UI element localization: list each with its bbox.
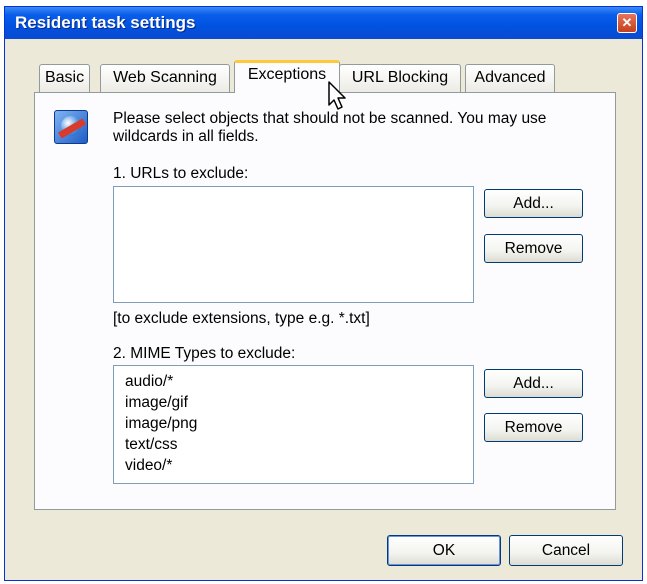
list-item[interactable]: video/* xyxy=(114,455,473,476)
mouse-pointer-icon xyxy=(328,81,346,110)
tab-label: Exceptions xyxy=(247,66,327,83)
mime-add-button[interactable]: Add... xyxy=(484,369,583,398)
urls-add-button[interactable]: Add... xyxy=(484,189,583,218)
mime-label: 2. MIME Types to exclude: xyxy=(113,345,296,362)
tab-label: Advanced xyxy=(474,69,546,86)
urls-label: 1. URLs to exclude: xyxy=(113,165,249,182)
tab-basic[interactable]: Basic xyxy=(39,64,90,92)
description-line-1: Please select objects that should not be… xyxy=(113,110,547,127)
title-bar[interactable]: Resident task settings ✕ xyxy=(5,7,642,39)
cancel-button[interactable]: Cancel xyxy=(509,535,623,566)
list-item[interactable]: audio/* xyxy=(114,371,473,392)
globe-shield-icon xyxy=(54,110,88,144)
urls-remove-button[interactable]: Remove xyxy=(484,234,583,263)
tab-exceptions[interactable]: Exceptions xyxy=(234,60,340,93)
tab-web-scanning[interactable]: Web Scanning xyxy=(100,64,230,92)
urls-listbox[interactable] xyxy=(113,186,474,303)
list-item[interactable]: text/css xyxy=(114,434,473,455)
tab-url-blocking[interactable]: URL Blocking xyxy=(339,64,461,92)
tab-label: Web Scanning xyxy=(113,69,217,86)
list-item[interactable]: image/png xyxy=(114,413,473,434)
exceptions-panel: Please select objects that should not be… xyxy=(34,92,616,510)
description-line-2: wildcards in all fields. xyxy=(113,128,259,145)
ok-button[interactable]: OK xyxy=(387,535,501,566)
list-item[interactable]: image/gif xyxy=(114,392,473,413)
tab-label: URL Blocking xyxy=(351,69,449,86)
urls-hint: [to exclude extensions, type e.g. *.txt] xyxy=(113,310,370,327)
tab-label: Basic xyxy=(44,69,85,86)
dialog-window: Resident task settings ✕ Basic Web Scann… xyxy=(4,6,643,581)
close-icon: ✕ xyxy=(621,15,633,30)
mime-listbox[interactable]: audio/* image/gif image/png text/css vid… xyxy=(113,365,474,484)
mime-remove-button[interactable]: Remove xyxy=(484,413,583,442)
tab-advanced[interactable]: Advanced xyxy=(465,64,555,92)
close-button[interactable]: ✕ xyxy=(617,13,637,33)
window-title: Resident task settings xyxy=(15,13,196,32)
